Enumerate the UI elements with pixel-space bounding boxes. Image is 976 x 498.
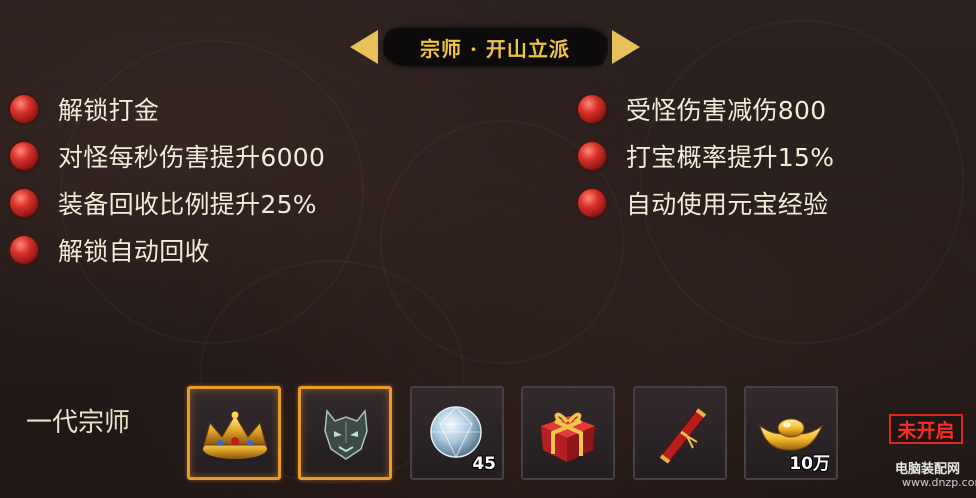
prev-arrow-icon[interactable] xyxy=(350,30,378,64)
watermark-title: 电脑装配网 xyxy=(895,462,961,477)
reward-slot-mask[interactable] xyxy=(298,386,392,480)
tier-label: 一代宗师 xyxy=(26,408,131,438)
perk-text: 自动使用元宝经验 xyxy=(626,189,829,219)
perk-item: 对怪每秒伤害提升6000 xyxy=(10,132,325,179)
gift-box-icon xyxy=(541,412,595,462)
perk-item: 解锁自动回收 xyxy=(10,226,325,273)
red-orb-bullet-icon xyxy=(10,141,38,170)
reward-slot-scroll[interactable] xyxy=(633,386,727,480)
perk-item: 自动使用元宝经验 xyxy=(578,179,834,226)
perk-list-left: 解锁打金 对怪每秒伤害提升6000 装备回收比例提升25% 解锁自动回收 xyxy=(10,85,325,273)
item-quantity: 10万 xyxy=(789,454,830,474)
perk-text: 解锁打金 xyxy=(58,95,160,125)
perk-text: 装备回收比例提升25% xyxy=(58,189,317,219)
red-orb-bullet-icon xyxy=(578,188,606,217)
perk-item: 受怪伤害减伤800 xyxy=(578,85,834,132)
perk-text: 对怪每秒伤害提升6000 xyxy=(58,142,326,172)
crown-icon xyxy=(203,411,267,459)
red-orb-bullet-icon xyxy=(10,235,38,264)
perk-list-right: 受怪伤害减伤800 打宝概率提升15% 自动使用元宝经验 xyxy=(578,85,834,226)
scroll-icon xyxy=(659,408,707,464)
page-title: 宗师 · 开山立派 xyxy=(420,36,570,61)
title-brush-stroke: 宗师 · 开山立派 xyxy=(386,28,604,66)
red-orb-bullet-icon xyxy=(578,141,606,170)
title-banner: 宗师 · 开山立派 xyxy=(350,24,640,70)
red-orb-bullet-icon xyxy=(10,94,38,123)
item-quantity: 45 xyxy=(472,454,496,474)
perk-text: 解锁自动回收 xyxy=(58,236,210,266)
reward-slot-crown[interactable] xyxy=(187,386,281,480)
red-orb-bullet-icon xyxy=(578,94,606,123)
watermark-url: www.dnzp.com xyxy=(902,476,976,489)
perk-item: 打宝概率提升15% xyxy=(578,132,834,179)
reward-slot-ingot[interactable]: 10万 xyxy=(744,386,838,480)
perk-text: 受怪伤害减伤800 xyxy=(626,95,827,125)
status-badge: 未开启 xyxy=(889,414,963,444)
perk-text: 打宝概率提升15% xyxy=(626,142,835,172)
red-orb-bullet-icon xyxy=(10,188,38,217)
demon-mask-icon xyxy=(324,409,368,460)
perk-item: 装备回收比例提升25% xyxy=(10,179,325,226)
next-arrow-icon[interactable] xyxy=(612,30,640,64)
reward-slot-gift[interactable] xyxy=(521,386,615,480)
perk-item: 解锁打金 xyxy=(10,85,325,132)
reward-slot-diamond[interactable]: 45 xyxy=(410,386,504,480)
